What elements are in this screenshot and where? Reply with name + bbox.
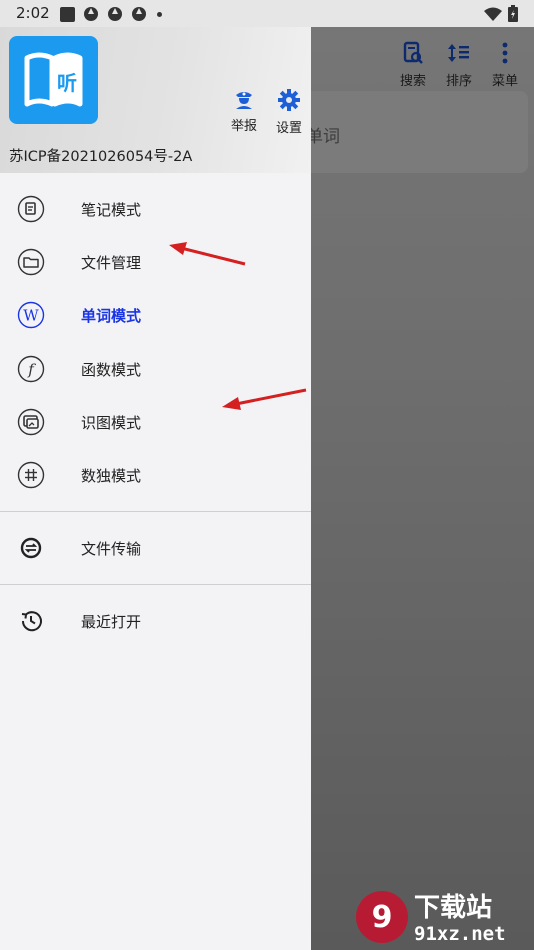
function-icon: f xyxy=(17,355,45,383)
logo-text: 听 xyxy=(57,71,77,95)
image-recognize-icon xyxy=(17,408,45,436)
search-label: 搜索 xyxy=(399,74,426,89)
watermark-main: 下载站 xyxy=(414,893,492,923)
notification-icons xyxy=(60,6,162,22)
annotation-arrow-icon xyxy=(222,388,307,410)
drawer-header: 听 举报 设置 苏ICP备2021026054号-2A xyxy=(0,27,311,173)
navigation-drawer: 听 举报 设置 苏ICP备2021026054号-2A 笔记模式 文件管理 W … xyxy=(0,27,311,950)
menu-item-note-mode[interactable]: 笔记模式 xyxy=(0,183,311,235)
menu-item-word-mode[interactable]: W 单词模式 xyxy=(0,289,311,341)
report-label: 举报 xyxy=(230,119,257,134)
menu-item-sudoku-mode[interactable]: 数独模式 xyxy=(0,449,311,501)
annotation-arrow-icon xyxy=(169,242,246,266)
word-w-icon: W xyxy=(17,301,45,329)
settings-button[interactable]: 设置 xyxy=(272,89,306,136)
report-button[interactable]: 举报 xyxy=(227,89,261,134)
status-time: 2:02 xyxy=(16,4,50,22)
menu-item-file-transfer[interactable]: 文件传输 xyxy=(0,522,311,574)
menu-button[interactable]: 菜单 xyxy=(490,41,520,89)
notification-aperture-icon xyxy=(132,7,146,21)
more-vertical-icon xyxy=(502,42,508,64)
search-doc-icon xyxy=(403,41,423,64)
history-icon xyxy=(21,611,42,632)
icp-license: 苏ICP备2021026054号-2A xyxy=(9,149,193,165)
svg-text:9: 9 xyxy=(372,900,393,935)
menu-divider xyxy=(0,511,311,512)
svg-text:f: f xyxy=(27,361,36,379)
menu-item-recent[interactable]: 最近打开 xyxy=(0,595,311,647)
folder-icon xyxy=(17,248,45,276)
more-notifications-dot xyxy=(157,11,162,17)
wifi-icon xyxy=(484,7,502,21)
menu-item-label: 最近打开 xyxy=(81,612,142,631)
note-icon xyxy=(17,195,45,223)
notification-aperture-icon xyxy=(84,7,98,21)
menu-item-label: 识图模式 xyxy=(81,413,142,432)
watermark-logo: 9 下载站 91xz.net xyxy=(356,891,506,945)
app-logo: 听 xyxy=(9,36,98,124)
sort-icon xyxy=(448,44,469,62)
notification-app-icon xyxy=(60,6,75,22)
transfer-icon xyxy=(20,537,42,559)
menu-item-label: 文件管理 xyxy=(81,253,142,272)
settings-label: 设置 xyxy=(275,121,302,136)
search-button[interactable]: 搜索 xyxy=(398,41,428,89)
police-officer-icon xyxy=(236,92,252,109)
menu-item-label: 单词模式 xyxy=(81,306,142,325)
menu-item-label: 文件传输 xyxy=(81,539,142,558)
svg-text:W: W xyxy=(23,307,39,325)
word-card-title: 单词 xyxy=(306,127,340,147)
menu-item-label: 笔记模式 xyxy=(81,200,142,219)
sudoku-hash-icon xyxy=(17,461,45,489)
system-icons xyxy=(484,5,518,22)
status-bar: 2:02 xyxy=(0,0,534,27)
sort-label: 排序 xyxy=(445,74,472,89)
menu-item-file-manager[interactable]: 文件管理 xyxy=(0,236,311,288)
menu-item-label: 数独模式 xyxy=(81,466,142,485)
notification-aperture-icon xyxy=(108,7,122,21)
sort-button[interactable]: 排序 xyxy=(444,41,474,89)
menu-divider xyxy=(0,584,311,585)
main-toolbar: 搜索 排序 菜单 xyxy=(398,41,520,89)
book-logo-icon: 听 xyxy=(24,52,83,107)
menu-label: 菜单 xyxy=(491,74,518,89)
battery-icon xyxy=(508,5,518,22)
menu-item-label: 函数模式 xyxy=(81,360,142,379)
gear-icon xyxy=(278,89,300,111)
watermark-sub: 91xz.net xyxy=(414,923,506,945)
